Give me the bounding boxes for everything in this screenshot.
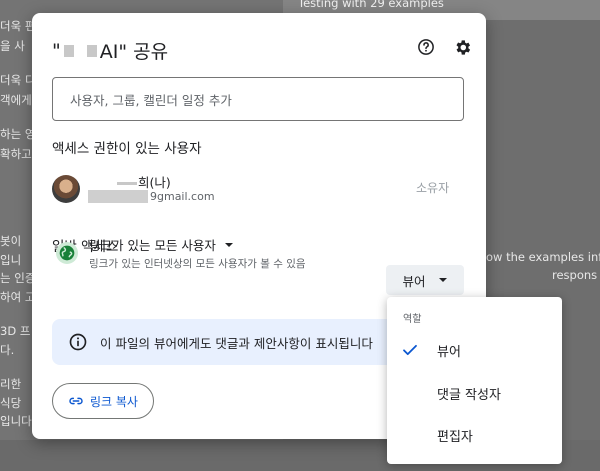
background-left-line: 입니다 bbox=[0, 414, 32, 428]
role-option-label: 뷰어 bbox=[437, 344, 461, 360]
help-button[interactable] bbox=[414, 35, 438, 59]
people-with-access-heading: 액세스 권한이 있는 사용자 bbox=[52, 141, 202, 157]
background-left-line: 식당 bbox=[0, 396, 22, 410]
role-option-editor[interactable]: 편집자 bbox=[387, 415, 562, 455]
user-name: 희(나) bbox=[117, 172, 171, 191]
caret-down-icon bbox=[224, 242, 233, 247]
background-left-line: 더욱 디 bbox=[0, 73, 36, 87]
user-name-label: 희(나) bbox=[138, 175, 171, 190]
copy-link-button[interactable]: 링크 복사 bbox=[52, 383, 154, 419]
globe-icon bbox=[56, 242, 78, 264]
role-dropdown-label: 뷰어 bbox=[402, 273, 426, 289]
background-right-line: ow the examples inf bbox=[486, 250, 600, 264]
background-left-line: 는 인증 bbox=[0, 271, 36, 285]
settings-button[interactable] bbox=[450, 35, 474, 59]
general-access-label: 링크가 있는 모든 사용자 bbox=[89, 238, 216, 253]
caret-down-icon bbox=[438, 278, 447, 282]
background-top-text: Testing with 29 examples bbox=[298, 0, 444, 10]
check-icon bbox=[403, 344, 417, 356]
background-left-line: 확하고 bbox=[0, 147, 32, 161]
role-menu-header: 역할 bbox=[403, 314, 422, 325]
copy-link-label: 링크 복사 bbox=[90, 394, 138, 409]
add-people-placeholder: 사용자, 그룹, 캘린더 일정 추가 bbox=[70, 92, 232, 108]
background-left-line: 다. bbox=[0, 343, 15, 357]
role-menu: 역할 뷰어 댓글 작성자 편집자 bbox=[387, 297, 562, 464]
background-left-line: 객에게 bbox=[0, 93, 32, 107]
info-banner-text: 이 파일의 뷰어에게도 댓글과 제안사항이 표시됩니다 bbox=[100, 335, 373, 351]
background-left-line: 하는 영 bbox=[0, 127, 36, 141]
user-email: 9gmail.com bbox=[88, 190, 215, 203]
email-redacted-block bbox=[88, 190, 148, 203]
name-redacted-block bbox=[117, 182, 137, 185]
avatar bbox=[52, 175, 80, 203]
gear-icon bbox=[455, 39, 470, 55]
title-suffix: AI" 공유 bbox=[99, 41, 169, 63]
link-icon bbox=[69, 397, 83, 405]
role-option-commenter[interactable]: 댓글 작성자 bbox=[387, 373, 562, 413]
add-people-input[interactable]: 사용자, 그룹, 캘린더 일정 추가 bbox=[52, 77, 464, 121]
role-option-label: 댓글 작성자 bbox=[437, 387, 501, 403]
background-left-line: 더욱 편 bbox=[0, 19, 36, 33]
background-left-line: 입니 bbox=[0, 253, 22, 267]
role-option-viewer[interactable]: 뷰어 bbox=[387, 330, 562, 370]
background-right-line: respons bbox=[552, 268, 598, 282]
info-icon bbox=[69, 333, 87, 351]
background-left-line: 을 사 bbox=[0, 39, 25, 53]
title-prefix: " bbox=[52, 39, 61, 62]
background-left-line: 봇이 bbox=[0, 234, 22, 248]
background-left-line: 3D 프 bbox=[0, 324, 31, 338]
general-access-dropdown[interactable]: 링크가 있는 모든 사용자 bbox=[89, 235, 234, 254]
background-left-line: 리한 bbox=[0, 377, 22, 391]
general-access-description: 링크가 있는 인터넷상의 모든 사용자가 볼 수 있음 bbox=[89, 258, 306, 270]
user-email-label: 9gmail.com bbox=[150, 190, 215, 203]
title-redacted-block bbox=[63, 44, 74, 57]
help-circle-icon bbox=[418, 39, 434, 55]
owner-label: 소유자 bbox=[416, 181, 450, 195]
background-left-line: 하여 고 bbox=[0, 290, 36, 304]
dialog-title: " AI" 공유 bbox=[52, 37, 168, 64]
title-redacted-block bbox=[86, 44, 97, 57]
role-option-label: 편집자 bbox=[437, 429, 473, 445]
role-dropdown-button[interactable]: 뷰어 bbox=[386, 265, 464, 295]
